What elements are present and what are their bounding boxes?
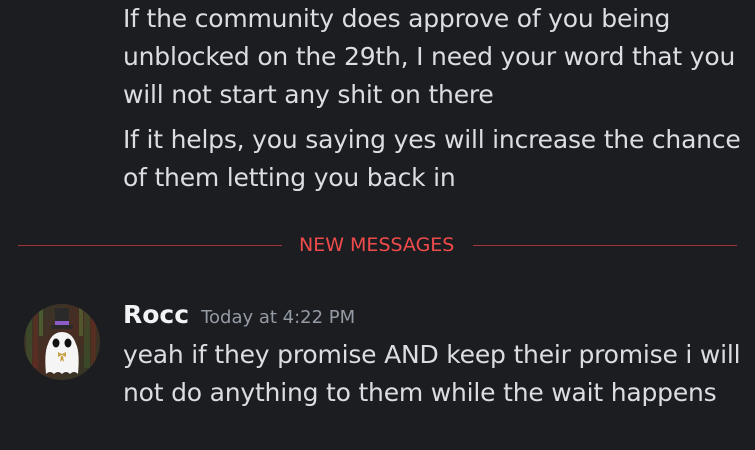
message-line: not do anything to them while the wait h…: [123, 378, 717, 407]
author-name[interactable]: Rocc: [123, 300, 189, 329]
message-line: If it helps, you saying yes will increas…: [123, 125, 741, 154]
message-timestamp[interactable]: Today at 4:22 PM: [201, 307, 355, 328]
message-line: will not start any shit on there: [123, 80, 494, 109]
previous-message-1: If the community does approve of you bei…: [123, 0, 735, 114]
message-line: of them letting you back in: [123, 163, 456, 192]
divider-line-right: [473, 245, 737, 246]
ghost-with-top-hat-icon: [24, 304, 100, 380]
message-header: Rocc Today at 4:22 PM: [123, 298, 355, 335]
message-line: If the community does approve of you bei…: [123, 4, 671, 33]
new-messages-label: NEW MESSAGES: [299, 234, 455, 256]
new-messages-divider: NEW MESSAGES: [18, 230, 737, 262]
divider-line-left: [18, 245, 282, 246]
previous-message-2: If it helps, you saying yes will increas…: [123, 121, 741, 197]
message-line: yeah if they promise AND keep their prom…: [123, 340, 741, 369]
message-line: unblocked on the 29th, I need your word …: [123, 42, 736, 71]
new-message-content: yeah if they promise AND keep their prom…: [123, 336, 741, 412]
avatar[interactable]: [24, 304, 100, 380]
